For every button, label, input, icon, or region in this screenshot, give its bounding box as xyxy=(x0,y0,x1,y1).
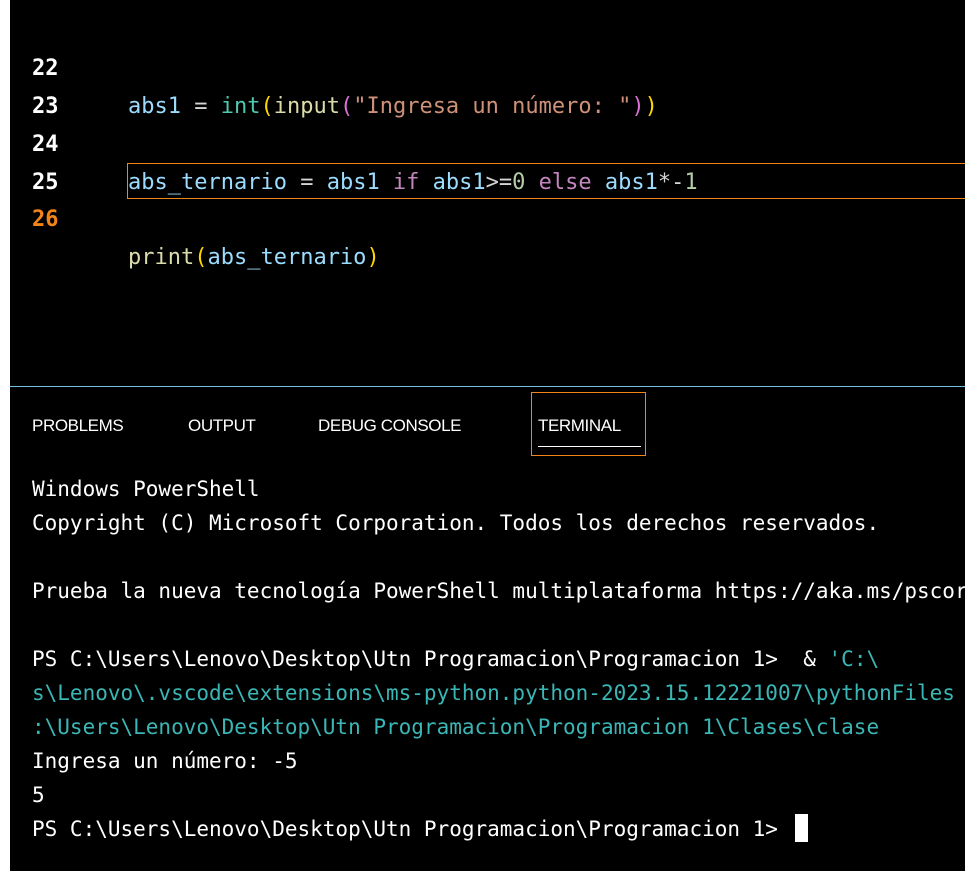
terminal-command-continuation: :\Users\Lenovo\Desktop\Utn Programacion\… xyxy=(32,715,880,739)
terminal-line: Copyright (C) Microsoft Corporation. Tod… xyxy=(32,511,880,535)
panel-divider[interactable] xyxy=(10,386,965,387)
terminal-line: Windows PowerShell xyxy=(32,477,260,501)
token-variable: abs_ternario xyxy=(207,245,367,270)
code-line-23[interactable]: 23 xyxy=(10,50,965,119)
token-paren: ( xyxy=(194,245,208,270)
panel-tab-bar: PROBLEMS OUTPUT DEBUG CONSOLE TERMINAL xyxy=(10,388,965,468)
terminal-line: 5 xyxy=(32,783,45,807)
terminal-prompt-line[interactable]: PS C:\Users\Lenovo\Desktop\Utn Programac… xyxy=(32,812,965,846)
vscode-window: 22 abs1 = int(input("Ingresa un número: … xyxy=(10,0,965,871)
code-line-25[interactable]: 25 xyxy=(10,126,965,195)
terminal-prompt-line: PS C:\Users\Lenovo\Desktop\Utn Programac… xyxy=(32,642,965,676)
terminal-line: Prueba la nueva tecnología PowerShell mu… xyxy=(32,579,965,603)
tab-debug-console[interactable]: DEBUG CONSOLE xyxy=(318,414,462,438)
active-tab-underline xyxy=(538,446,641,447)
terminal-cursor xyxy=(794,814,808,842)
terminal-command-continuation: s\Lenovo\.vscode\extensions\ms-python.py… xyxy=(32,681,955,705)
code-line-24[interactable]: 24 abs_ternario = abs1 if abs1>=0 else a… xyxy=(10,88,965,195)
prompt-text: PS C:\Users\Lenovo\Desktop\Utn Programac… xyxy=(32,817,791,841)
prompt-text: PS C:\Users\Lenovo\Desktop\Utn Programac… xyxy=(32,647,791,671)
command-operator: & xyxy=(790,647,829,671)
command-string: 'C:\ xyxy=(828,647,880,671)
code-line-22[interactable]: 22 abs1 = int(input("Ingresa un número: … xyxy=(10,12,965,119)
line-number-active: 26 xyxy=(32,207,59,232)
code-line-26[interactable]: 26 print(abs_ternario) xyxy=(10,163,965,270)
terminal-line: Ingresa un número: -5 xyxy=(32,749,298,773)
tab-problems[interactable]: PROBLEMS xyxy=(32,414,124,438)
code-text[interactable]: print(abs_ternario) xyxy=(128,239,380,277)
token-function: print xyxy=(128,245,195,270)
tab-terminal[interactable]: TERMINAL xyxy=(538,414,621,438)
tab-output[interactable]: OUTPUT xyxy=(188,414,256,438)
code-editor[interactable]: 22 abs1 = int(input("Ingresa un número: … xyxy=(10,0,965,386)
token-paren: ) xyxy=(366,245,380,270)
